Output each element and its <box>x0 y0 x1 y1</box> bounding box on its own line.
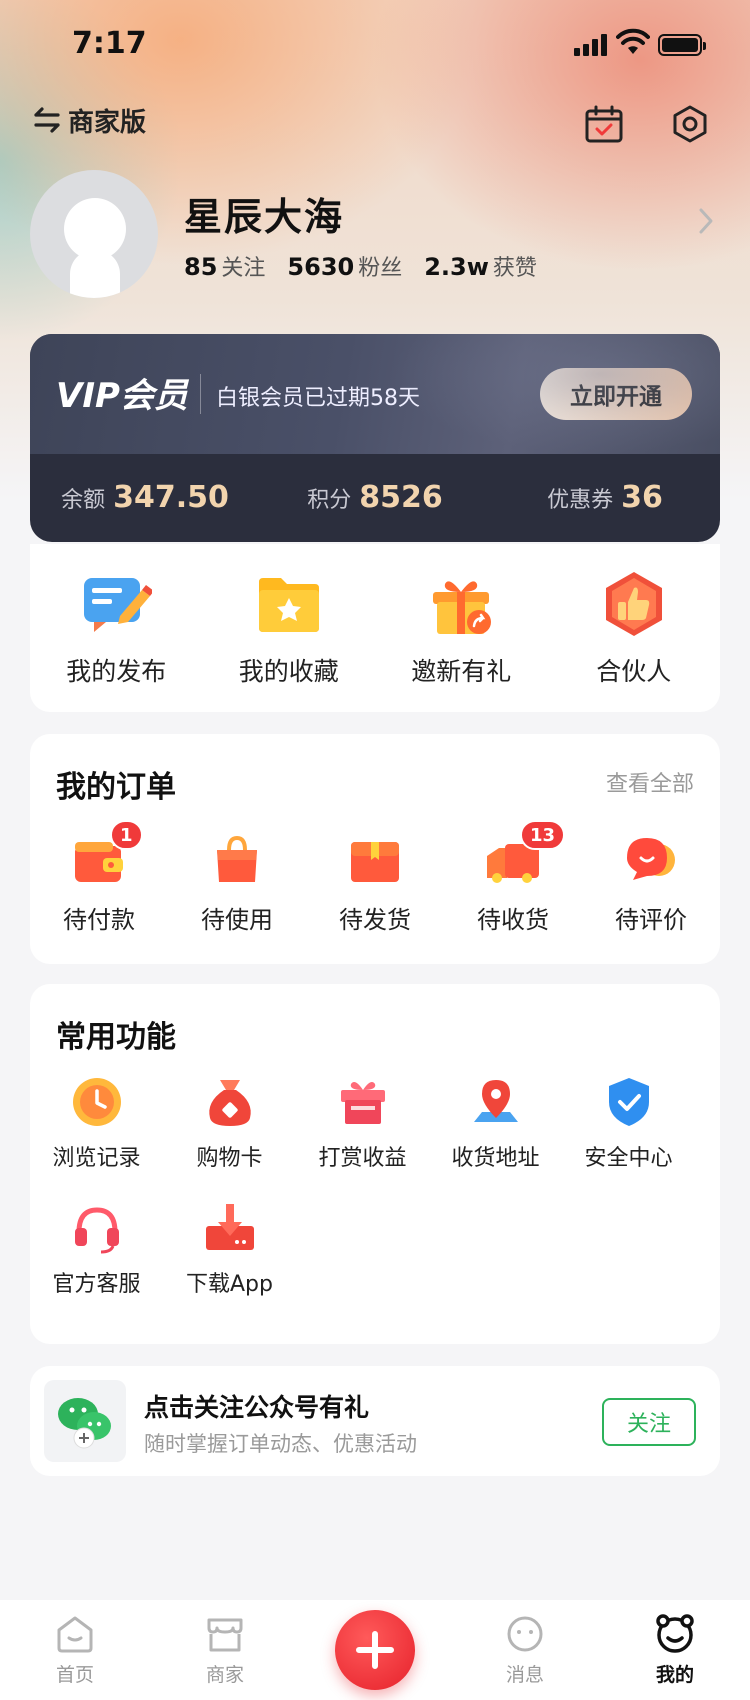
gift-box-icon <box>340 1082 385 1124</box>
shortcut-card: 我的发布 我的收藏 邀新有礼 合伙人 <box>30 544 720 712</box>
merchant-switch-button[interactable]: 商家版 <box>32 100 146 140</box>
tab-home[interactable]: 首页 <box>0 1600 150 1700</box>
vip-divider <box>200 374 201 414</box>
shopping-bag-icon <box>217 835 257 882</box>
order-badge-pending-payment: 1 <box>110 820 143 850</box>
comment-bubble-icon <box>627 838 675 880</box>
battery-icon <box>658 34 706 56</box>
settings-icon[interactable] <box>670 104 710 144</box>
view-all-orders-link[interactable]: 查看全部 <box>606 766 694 798</box>
follow-subtitle: 随时掌握订单动态、优惠活动 <box>144 1432 417 1456</box>
func-shopping-card[interactable]: 购物卡 <box>163 1076 296 1172</box>
func-reward-income[interactable]: 打赏收益 <box>296 1076 429 1172</box>
shortcut-my-posts[interactable]: 我的发布 <box>30 572 203 688</box>
shortcut-partner[interactable]: 合伙人 <box>548 572 721 688</box>
shortcut-my-favorites[interactable]: 我的收藏 <box>203 572 376 688</box>
merchant-switch-label: 商家版 <box>68 107 147 138</box>
clock-icon <box>72 1078 121 1126</box>
functions-title: 常用功能 <box>56 1020 176 1055</box>
vip-card[interactable]: VIP会员 白银会员已过期58天 立即开通 余额 347.50 积分 8526 优惠… <box>30 334 720 542</box>
func-browse-history[interactable]: 浏览记录 <box>30 1076 163 1172</box>
order-badge-to-receive: 13 <box>520 820 566 850</box>
signal-icon <box>574 34 610 56</box>
download-icon <box>205 1204 254 1250</box>
shop-icon <box>207 1618 243 1652</box>
func-download-app[interactable]: 下载App <box>163 1202 296 1298</box>
vip-logo: VIP会员 <box>56 376 188 416</box>
func-shipping-address[interactable]: 收货地址 <box>429 1076 562 1172</box>
calendar-icon[interactable] <box>584 104 624 144</box>
message-icon <box>507 1616 543 1652</box>
asset-coupons[interactable]: 优惠券 36 <box>490 454 720 542</box>
swap-arrows-icon <box>34 107 60 133</box>
shortcut-invite-gift[interactable]: 邀新有礼 <box>375 572 548 688</box>
status-bar: 7:17 <box>0 0 750 88</box>
profile-name: 星辰大海 <box>184 195 345 239</box>
home-icon <box>57 1616 93 1653</box>
chevron-right-icon[interactable] <box>696 206 716 236</box>
avatar[interactable] <box>30 170 158 298</box>
money-bag-icon <box>208 1080 251 1126</box>
func-security-center[interactable]: 安全中心 <box>562 1076 695 1172</box>
location-pin-icon <box>473 1080 518 1122</box>
package-box-icon <box>351 842 399 882</box>
functions-card: 常用功能 浏览记录 购物卡 打赏收益 收货地址 安全中心 官方客服 下载App <box>30 984 720 1344</box>
thumbs-up-icon <box>605 572 662 636</box>
tab-messages[interactable]: 消息 <box>450 1600 600 1700</box>
profile-stats: 85 关注 5630 粉丝 2.3w 获赞 <box>184 250 537 282</box>
tab-shop[interactable]: 商家 <box>150 1600 300 1700</box>
func-customer-service[interactable]: 官方客服 <box>30 1202 163 1298</box>
order-to-use[interactable]: 待使用 <box>168 834 306 935</box>
profile-face-icon <box>656 1614 694 1653</box>
plus-icon <box>356 1631 394 1669</box>
stat-following[interactable]: 85 关注 <box>184 250 265 282</box>
order-pending-payment[interactable]: 1 待付款 <box>30 820 168 935</box>
publish-plus-button[interactable] <box>335 1610 415 1690</box>
stat-likes[interactable]: 2.3w 获赞 <box>424 250 537 282</box>
favorites-folder-icon <box>258 578 319 632</box>
orders-title: 我的订单 <box>56 770 176 805</box>
asset-balance[interactable]: 余额 347.50 <box>30 454 260 542</box>
vip-banner: VIP会员 白银会员已过期58天 立即开通 <box>30 334 720 454</box>
order-to-ship[interactable]: 待发货 <box>306 834 444 935</box>
follow-button[interactable]: 关注 <box>602 1398 696 1446</box>
follow-official-account-card[interactable]: 点击关注公众号有礼 随时掌握订单动态、优惠活动 关注 <box>30 1366 720 1476</box>
order-to-receive[interactable]: 13 待收货 <box>444 820 582 935</box>
wifi-icon <box>616 28 650 54</box>
tab-me[interactable]: 我的 <box>600 1600 750 1700</box>
wechat-icon <box>58 1398 111 1449</box>
vip-expire-text: 白银会员已过期58天 <box>216 386 420 411</box>
vip-open-button[interactable]: 立即开通 <box>540 368 692 420</box>
follow-title: 点击关注公众号有礼 <box>144 1393 370 1422</box>
headset-icon <box>74 1207 119 1254</box>
status-time: 7:17 <box>72 26 147 61</box>
publish-icon <box>84 578 153 632</box>
asset-points[interactable]: 积分 8526 <box>260 454 490 542</box>
shield-check-icon <box>608 1078 649 1126</box>
order-to-review[interactable]: 待评价 <box>582 834 720 935</box>
wechat-logo <box>44 1380 126 1462</box>
gift-share-icon <box>433 581 492 634</box>
vip-assets: 余额 347.50 积分 8526 优惠券 36 <box>30 454 720 542</box>
stat-followers[interactable]: 5630 粉丝 <box>287 250 402 282</box>
orders-card: 我的订单 查看全部 1 待付款 待使用 待发货 13 待收货 待评价 <box>30 734 720 964</box>
